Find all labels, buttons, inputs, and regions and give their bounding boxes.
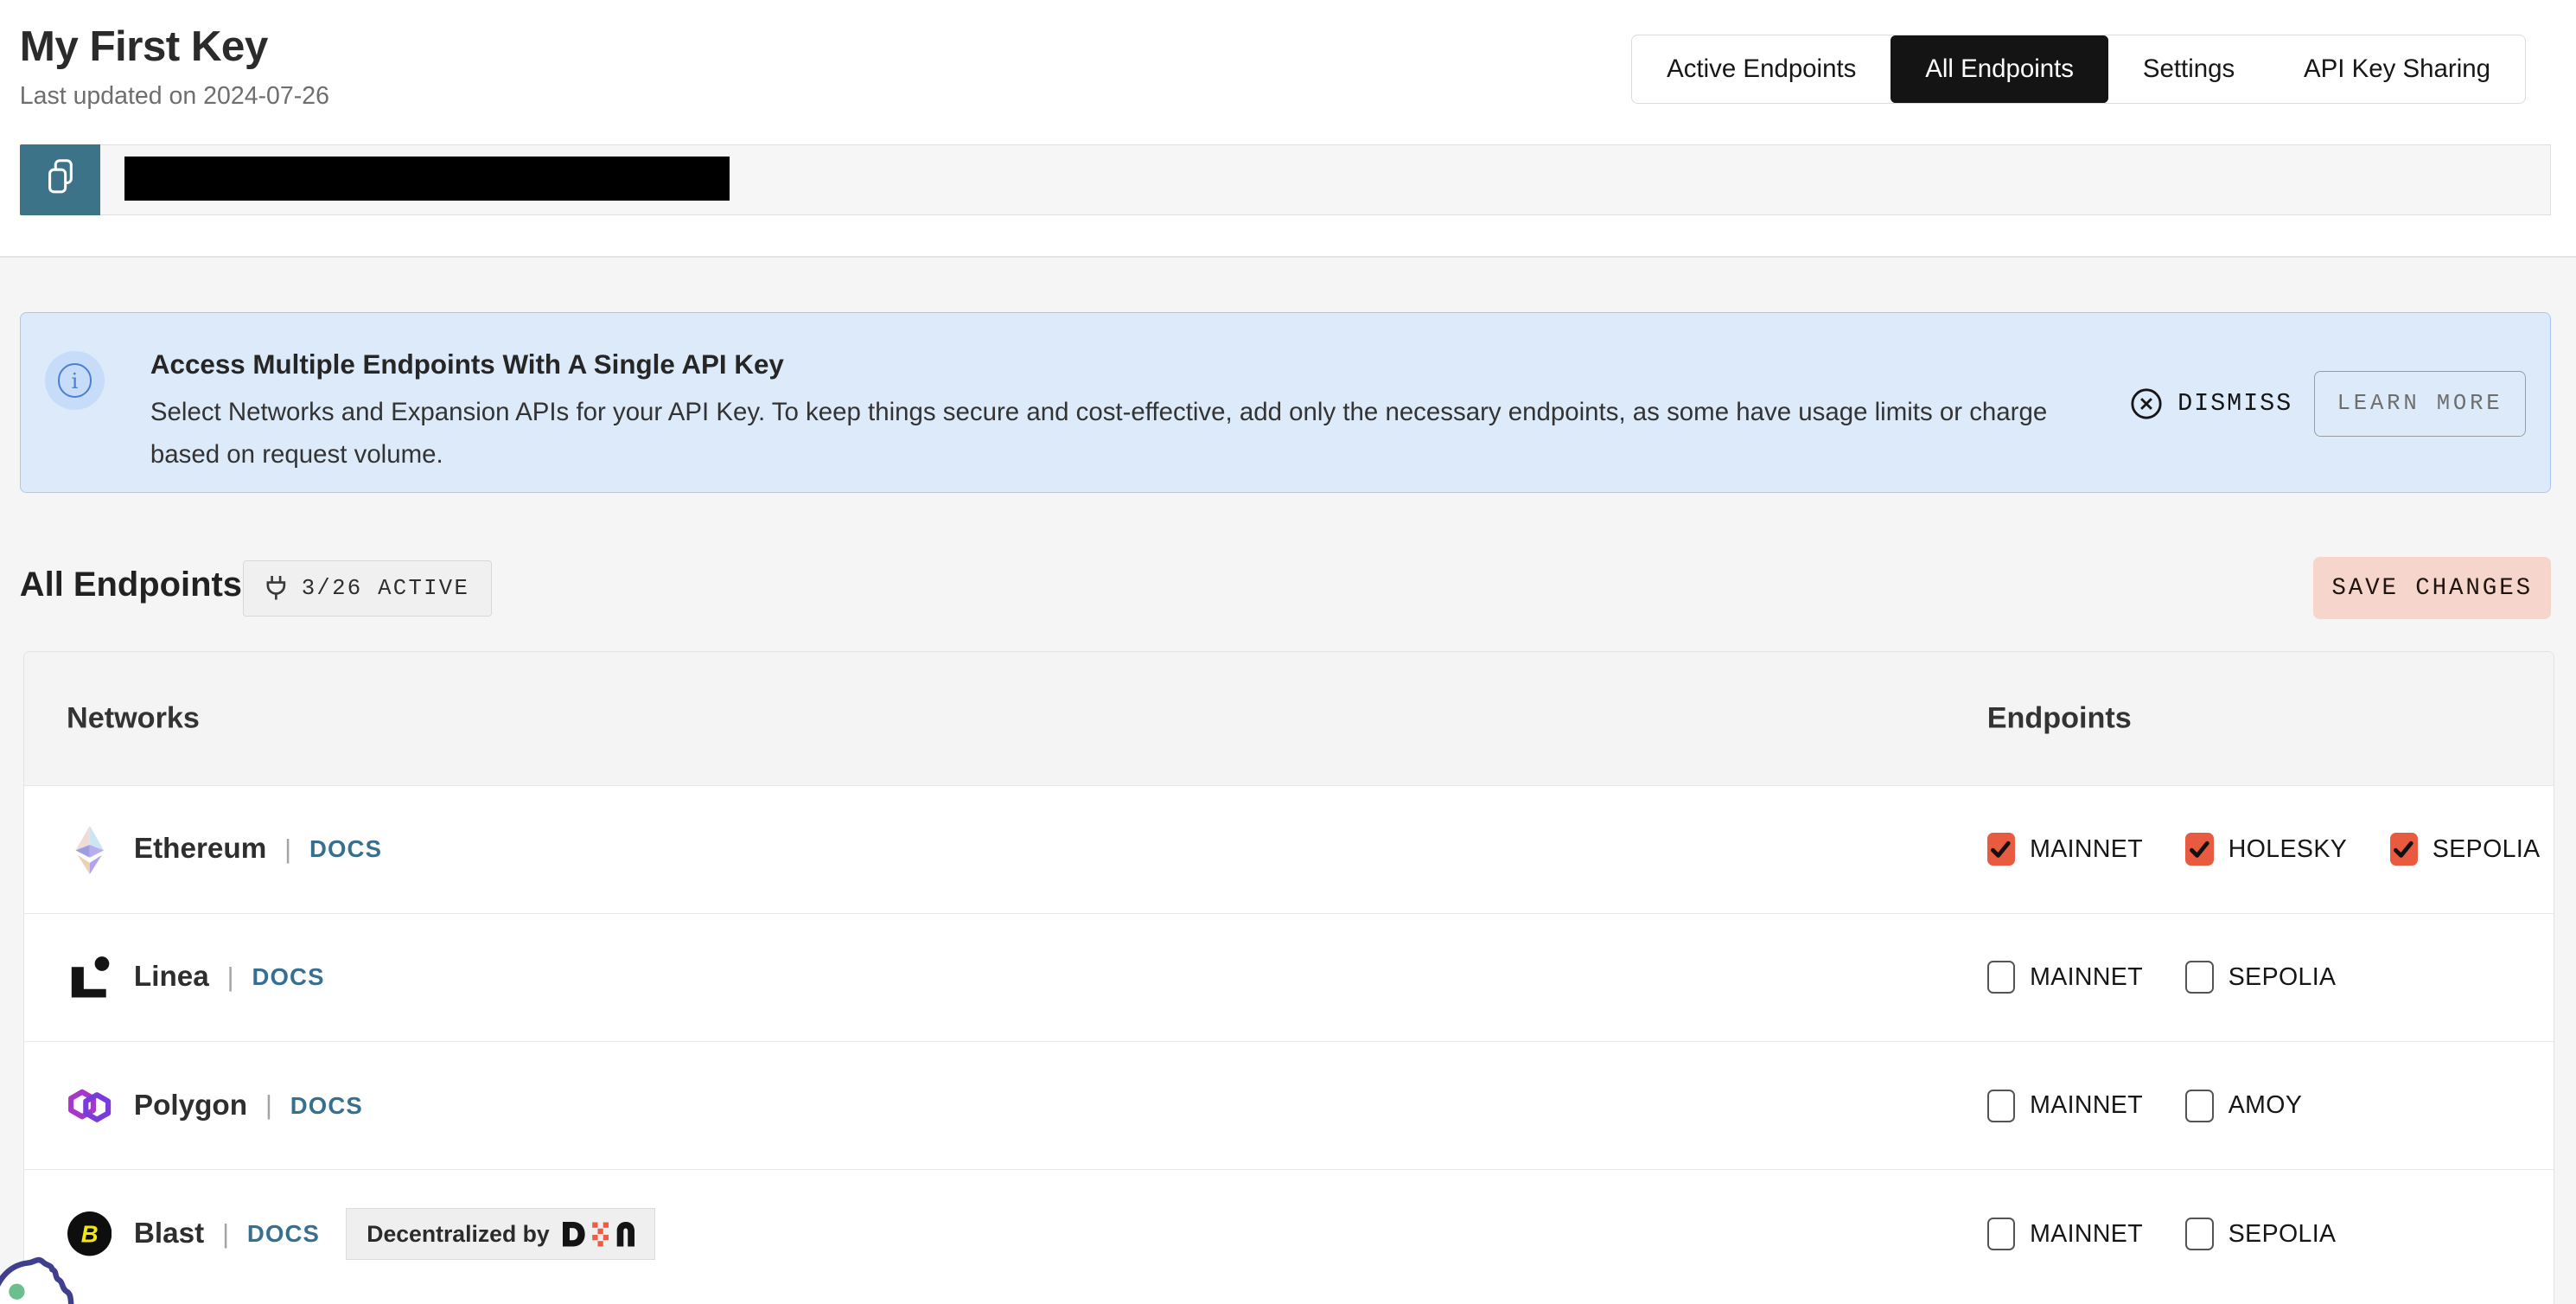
endpoint-sepolia: SEPOLIA	[2185, 961, 2336, 994]
endpoints-table: Networks Endpoints Ethereum | DOCS MAINNET H…	[23, 651, 2555, 1304]
info-glyph: i	[72, 368, 79, 393]
section-title: All Endpoints	[20, 566, 242, 604]
tab-api-key-sharing[interactable]: API Key Sharing	[2269, 35, 2525, 103]
network-name: Blast	[134, 1218, 204, 1250]
api-key-redacted-value	[124, 157, 729, 201]
endpoint-label: SEPOLIA	[2228, 963, 2337, 992]
network-name: Linea	[134, 961, 209, 994]
endpoints-cell: MAINNET AMOY	[1987, 1042, 2303, 1169]
endpoint-mainnet: MAINNET	[1987, 1090, 2143, 1122]
decentralized-by-badge: Decentralized by	[346, 1208, 655, 1261]
separator: |	[227, 962, 234, 993]
table-row-polygon: Polygon | DOCS MAINNET AMOY	[24, 1041, 2554, 1169]
endpoint-label: MAINNET	[2030, 963, 2143, 992]
column-header-networks: Networks	[67, 701, 200, 735]
endpoint-sepolia: SEPOLIA	[2390, 833, 2541, 866]
endpoint-label: AMOY	[2228, 1091, 2302, 1120]
endpoint-label: SEPOLIA	[2433, 835, 2541, 864]
dismiss-label: DISMISS	[2177, 389, 2292, 418]
dismiss-button[interactable]: DISMISS	[2130, 313, 2292, 494]
checkbox-mainnet-unchecked[interactable]	[1987, 1090, 2015, 1122]
separator: |	[284, 834, 291, 865]
table-row-linea: Linea | DOCS MAINNET SEPOLIA	[24, 913, 2554, 1041]
endpoint-sepolia: SEPOLIA	[2185, 1218, 2336, 1250]
chat-widget-icon[interactable]	[0, 1254, 115, 1304]
docs-link[interactable]: DOCS	[290, 1092, 363, 1120]
polygon-icon	[67, 1085, 112, 1127]
network-name: Polygon	[134, 1090, 247, 1122]
endpoints-cell: MAINNET SEPOLIA	[1987, 914, 2337, 1041]
last-updated-text: Last updated on 2024-07-26	[20, 82, 329, 111]
svg-text:B: B	[81, 1221, 99, 1248]
page-title: My First Key	[20, 22, 268, 71]
docs-link[interactable]: DOCS	[252, 963, 324, 991]
table-row-ethereum: Ethereum | DOCS MAINNET HOLESKY SEPOLIA	[24, 786, 2554, 913]
tab-active-endpoints[interactable]: Active Endpoints	[1632, 35, 1891, 103]
active-count-label: 3/26 ACTIVE	[302, 576, 469, 601]
endpoint-label: HOLESKY	[2228, 835, 2347, 864]
endpoint-label: MAINNET	[2030, 835, 2143, 864]
checkbox-sepolia-unchecked[interactable]	[2185, 961, 2213, 994]
banner-title: Access Multiple Endpoints With A Single …	[150, 349, 784, 380]
separator: |	[222, 1219, 229, 1250]
din-logo	[563, 1221, 635, 1247]
badge-prefix: Decentralized by	[367, 1221, 549, 1248]
checkbox-mainnet-unchecked[interactable]	[1987, 961, 2015, 994]
endpoint-mainnet: MAINNET	[1987, 1218, 2143, 1250]
column-header-endpoints: Endpoints	[1987, 701, 2132, 735]
tab-bar: Active EndpointsAll EndpointsSettingsAPI…	[1631, 35, 2526, 104]
blast-icon: B	[67, 1211, 112, 1256]
checkbox-amoy-unchecked[interactable]	[2185, 1090, 2213, 1122]
separator: |	[265, 1090, 272, 1121]
endpoint-mainnet: MAINNET	[1987, 961, 2143, 994]
network-name: Ethereum	[134, 833, 266, 866]
learn-more-button[interactable]: LEARN MORE	[2314, 371, 2526, 437]
endpoint-label: SEPOLIA	[2228, 1220, 2337, 1249]
checkbox-holesky-checked[interactable]	[2185, 833, 2213, 866]
save-changes-button[interactable]: SAVE CHANGES	[2313, 557, 2552, 619]
info-banner: i Access Multiple Endpoints With A Singl…	[20, 312, 2552, 493]
endpoint-amoy: AMOY	[2185, 1090, 2302, 1122]
linea-icon	[67, 956, 112, 1000]
endpoint-mainnet: MAINNET	[1987, 833, 2143, 866]
endpoints-cell: MAINNET HOLESKY SEPOLIA	[1987, 786, 2541, 913]
endpoint-holesky: HOLESKY	[2185, 833, 2347, 866]
table-header: Networks Endpoints	[24, 652, 2554, 786]
dismiss-circle-x-icon	[2130, 387, 2163, 420]
copy-icon	[43, 157, 78, 203]
checkbox-sepolia-checked[interactable]	[2390, 833, 2418, 866]
table-row-blast: B Blast | DOCS Decentralized by MAINNET SEPOLI…	[24, 1169, 2554, 1297]
active-endpoints-count-badge: 3/26 ACTIVE	[243, 560, 492, 617]
docs-link[interactable]: DOCS	[309, 835, 382, 863]
info-icon: i	[45, 351, 104, 410]
tab-settings[interactable]: Settings	[2108, 35, 2269, 103]
ethereum-icon	[67, 824, 112, 875]
api-key-page: My First Key Last updated on 2024-07-26 …	[0, 0, 2576, 1304]
plug-icon	[265, 575, 287, 601]
checkbox-mainnet-unchecked[interactable]	[1987, 1218, 2015, 1250]
docs-link[interactable]: DOCS	[247, 1220, 320, 1248]
endpoint-label: MAINNET	[2030, 1220, 2143, 1249]
endpoint-label: MAINNET	[2030, 1091, 2143, 1120]
checkbox-sepolia-unchecked[interactable]	[2185, 1218, 2213, 1250]
banner-body: Select Networks and Expansion APIs for y…	[150, 392, 2061, 476]
endpoints-cell: MAINNET SEPOLIA	[1987, 1170, 2337, 1297]
checkbox-mainnet-checked[interactable]	[1987, 833, 2015, 866]
table-rows: Ethereum | DOCS MAINNET HOLESKY SEPOLIA Linea |…	[24, 786, 2554, 1298]
tab-all-endpoints[interactable]: All Endpoints	[1891, 35, 2108, 103]
copy-api-key-button[interactable]	[20, 144, 102, 215]
